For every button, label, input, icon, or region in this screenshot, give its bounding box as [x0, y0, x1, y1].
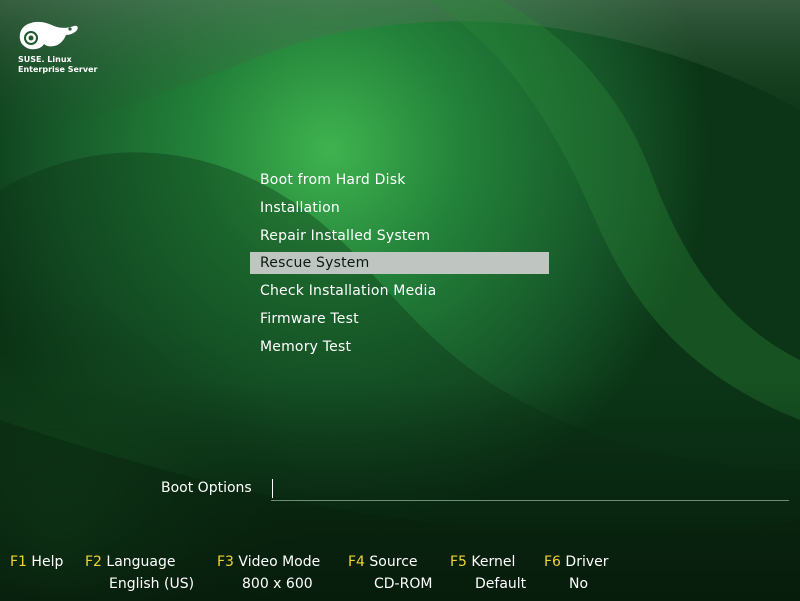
fkey-driver-label: Driver	[565, 554, 609, 570]
boot-menu-item-memory-test[interactable]: Memory Test	[250, 336, 549, 358]
fkey-kernel-label: Kernel	[471, 554, 516, 570]
fkey-language-value: English (US)	[109, 576, 195, 592]
fkey-kernel-key: F5	[450, 554, 467, 570]
text-cursor	[272, 479, 273, 498]
chameleon-icon	[19, 21, 78, 50]
boot-menu-item-firmware-test[interactable]: Firmware Test	[250, 308, 549, 330]
fkey-driver[interactable]: F6 Driver	[544, 552, 609, 572]
fkey-driver-key: F6	[544, 554, 561, 570]
fkey-source-key: F4	[348, 554, 365, 570]
fkey-source-label: Source	[369, 554, 418, 570]
boot-options-input[interactable]	[271, 478, 789, 501]
fkey-kernel-value: Default	[475, 576, 527, 592]
logo-text-line2: Enterprise Server	[18, 65, 98, 74]
boot-menu-item-check-installation-media[interactable]: Check Installation Media	[250, 280, 549, 302]
boot-menu-item-boot-from-hard-disk[interactable]: Boot from Hard Disk	[250, 169, 549, 191]
fkey-video-mode-key: F3	[217, 554, 234, 570]
fkey-source[interactable]: F4 Source	[348, 552, 418, 572]
fkey-driver-value: No	[569, 576, 589, 592]
fkey-language-key: F2	[85, 554, 102, 570]
fkey-video-mode-value: 800 x 600	[242, 576, 313, 592]
fkey-help[interactable]: F1 Help	[10, 552, 63, 572]
fkey-help-label: Help	[31, 554, 64, 570]
fkey-kernel[interactable]: F5 Kernel	[450, 552, 515, 572]
logo-text-line1: SUSE. Linux	[18, 55, 72, 64]
fkey-video-mode-label: Video Mode	[238, 554, 321, 570]
suse-logo: SUSE. Linux Enterprise Server	[16, 18, 116, 78]
fkey-source-value: CD-ROM	[374, 576, 433, 592]
fkey-video-mode[interactable]: F3 Video Mode	[217, 552, 320, 572]
boot-menu-item-rescue-system[interactable]: Rescue System	[250, 252, 549, 275]
boot-menu-item-repair-installed-system[interactable]: Repair Installed System	[250, 225, 549, 247]
fkey-language-label: Language	[106, 554, 176, 570]
fkey-language[interactable]: F2 Language	[85, 552, 176, 572]
boot-menu-item-installation[interactable]: Installation	[250, 197, 549, 219]
boot-options-label: Boot Options	[161, 480, 252, 496]
boot-screen: SUSE. Linux Enterprise Server Boot from …	[0, 0, 800, 601]
fkey-help-key: F1	[10, 554, 27, 570]
boot-menu: Boot from Hard Disk Installation Repair …	[250, 169, 549, 364]
